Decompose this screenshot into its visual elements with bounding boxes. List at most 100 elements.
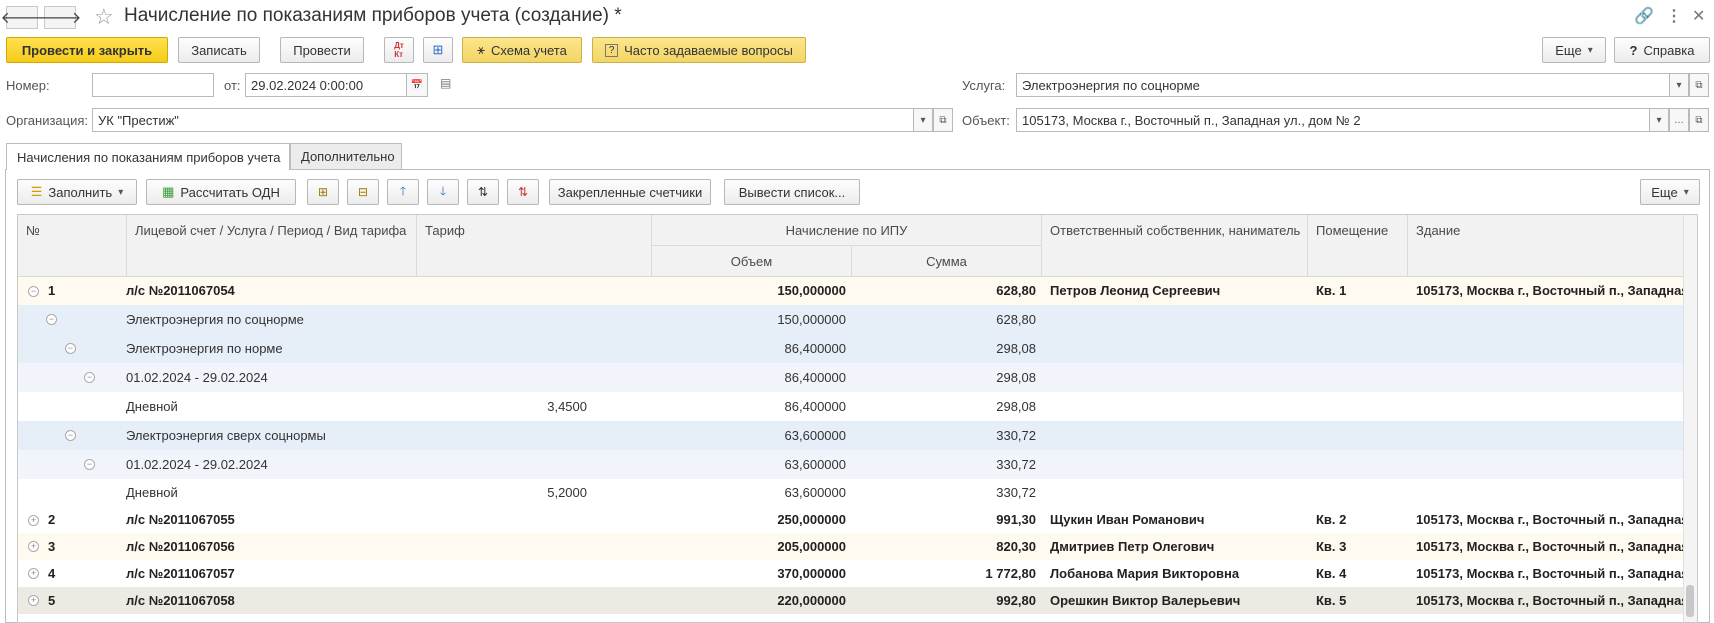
expand-icon[interactable]: + xyxy=(28,541,39,552)
cell-building xyxy=(1416,450,1684,479)
sort-ascending-icon: ⇅ xyxy=(477,185,489,199)
open-icon: ⧉ xyxy=(939,114,947,126)
arrow-left-icon: 🡐 xyxy=(0,10,44,27)
cell-owner: Орешкин Виктор Валерьевич xyxy=(1050,593,1241,608)
table-row[interactable]: −01.02.2024 - 29.02.2024 63,600000 330,72 xyxy=(18,450,1685,479)
service-open-button[interactable]: ⧉ xyxy=(1689,73,1709,97)
charges-table[interactable]: № Лицевой счет / Услуга / Период / Вид т… xyxy=(17,214,1698,623)
question-icon: ? xyxy=(1629,42,1638,58)
table-more-button[interactable]: Еще xyxy=(1640,179,1700,205)
header-account[interactable]: Лицевой счет / Услуга / Период / Вид тар… xyxy=(127,215,417,277)
back-button[interactable]: 🡐 xyxy=(1,6,43,29)
table-row[interactable]: −01.02.2024 - 29.02.2024 86,400000 298,08 xyxy=(18,363,1685,392)
sort-descending-icon: ⇅ xyxy=(517,185,529,199)
post-and-close-button[interactable]: Провести и закрыть xyxy=(6,37,168,63)
cell-tariff xyxy=(417,421,587,450)
header-room[interactable]: Помещение xyxy=(1308,215,1408,277)
expand-all-button[interactable]: ⊞ xyxy=(307,179,339,205)
date-label: от: xyxy=(224,78,241,93)
header-owner[interactable]: Ответственный собственник, наниматель xyxy=(1042,215,1308,277)
date-field[interactable]: 29.02.2024 0:00:00 xyxy=(245,73,407,97)
cell-owner xyxy=(1050,334,1300,363)
print-list-button[interactable]: Вывести список... xyxy=(724,179,860,205)
table-row[interactable]: − Электроэнергия по соцнорме 150,000000 628… xyxy=(18,305,1685,334)
more-button[interactable]: Еще xyxy=(1542,37,1606,63)
number-field[interactable] xyxy=(92,73,214,97)
favorite-star-icon[interactable]: ☆ xyxy=(94,4,114,30)
object-field[interactable]: 105173, Москва г., Восточный п., Западна… xyxy=(1016,108,1650,132)
tab-additional[interactable]: Дополнительно xyxy=(290,143,402,169)
header-sum[interactable]: Сумма xyxy=(852,246,1042,277)
calc-odn-button[interactable]: ▦ Рассчитать ОДН xyxy=(146,179,296,205)
object-dropdown-button[interactable]: ▾ xyxy=(1649,108,1669,132)
structure-icon: ⊞ xyxy=(432,42,444,57)
cell-account: Дневной xyxy=(126,399,178,414)
save-button[interactable]: Записать xyxy=(178,37,260,63)
cell-owner: Лобанова Мария Викторовна xyxy=(1050,566,1240,581)
header-tariff[interactable]: Тариф xyxy=(417,215,652,277)
cell-account: л/с №2011067054 xyxy=(126,283,235,298)
move-up-button[interactable]: 🡑 xyxy=(387,179,419,205)
expand-icon[interactable]: + xyxy=(28,568,39,579)
table-row[interactable]: − Электроэнергия сверх соцнормы 63,600000 3… xyxy=(18,421,1685,450)
collapse-icon[interactable]: − xyxy=(28,286,39,297)
collapse-all-button[interactable]: ⊟ xyxy=(347,179,379,205)
header-volume[interactable]: Объем xyxy=(652,246,852,277)
post-button[interactable]: Провести xyxy=(280,37,364,63)
org-dropdown-button[interactable]: ▾ xyxy=(913,108,933,132)
tab-meter-charges[interactable]: Начисления по показаниям приборов учета xyxy=(6,143,290,170)
fixed-meters-button[interactable]: Закрепленные счетчики xyxy=(549,179,711,205)
object-open-button[interactable]: ⧉ xyxy=(1689,108,1709,132)
cell-tariff xyxy=(417,533,587,560)
open-icon: ⧉ xyxy=(1695,79,1703,91)
arrow-right-icon: 🡒 xyxy=(38,10,82,27)
header-num[interactable]: № xyxy=(18,215,127,277)
org-open-button[interactable]: ⧉ xyxy=(933,108,953,132)
table-row[interactable]: Дневной 5,2000 63,600000 330,72 xyxy=(18,479,1685,507)
forward-button[interactable]: 🡒 xyxy=(39,6,81,29)
org-field[interactable]: УК "Престиж" xyxy=(92,108,914,132)
service-dropdown-button[interactable]: ▾ xyxy=(1669,73,1689,97)
service-field[interactable]: Электроэнергия по соцнорме xyxy=(1016,73,1670,97)
object-select-button[interactable]: … xyxy=(1669,108,1689,132)
table-row[interactable]: − Электроэнергия по норме 86,400000 298,08 xyxy=(18,334,1685,363)
table-row[interactable]: Дневной 3,4500 86,400000 298,08 xyxy=(18,392,1685,421)
cell-building: 105173, Москва г., Восточный п., Западна… xyxy=(1416,539,1684,554)
faq-button[interactable]: ? Часто задаваемые вопросы xyxy=(592,37,806,63)
table-row[interactable]: +3 л/с №2011067056 205,000000 820,30 Дмитрие… xyxy=(18,533,1685,560)
expand-icon[interactable]: + xyxy=(28,595,39,606)
sort-asc-button[interactable]: ⇅ xyxy=(467,179,499,205)
collapse-all-icon: ⊟ xyxy=(357,185,369,199)
calendar-icon: 📅 xyxy=(410,79,424,91)
dt-kt-button[interactable]: Дт Кт xyxy=(384,37,414,63)
vertical-scrollbar[interactable] xyxy=(1683,215,1697,622)
cell-num: 4 xyxy=(48,566,56,581)
cell-account: Дневной xyxy=(126,485,178,500)
cell-account: л/с №2011067058 xyxy=(126,593,235,608)
help-button[interactable]: ? Справка xyxy=(1614,37,1710,63)
scrollbar-thumb[interactable] xyxy=(1686,585,1694,617)
move-down-button[interactable]: 🡓 xyxy=(427,179,459,205)
cell-account: л/с №2011067055 xyxy=(126,512,235,527)
cell-tariff xyxy=(417,277,587,305)
fill-icon: ☰ xyxy=(30,184,43,199)
cell-tariff xyxy=(417,507,587,533)
cell-room xyxy=(1316,479,1406,507)
table-row[interactable]: +2 л/с №2011067055 250,000000 991,30 Щукин И… xyxy=(18,507,1685,533)
table-row[interactable]: +5 л/с №2011067058 220,000000 992,80 Орешкин… xyxy=(18,587,1685,614)
sort-desc-button[interactable]: ⇅ xyxy=(507,179,539,205)
header-building[interactable]: Здание xyxy=(1408,215,1685,277)
fill-button[interactable]: ☰ Заполнить xyxy=(17,179,137,205)
comment-icon[interactable]: ▤ xyxy=(440,76,451,90)
expand-icon[interactable]: + xyxy=(28,515,39,526)
table-row[interactable]: +4 л/с №2011067057 370,000000 1 772,80 Лобан… xyxy=(18,560,1685,587)
accounting-scheme-button[interactable]: ⚹ Схема учета xyxy=(462,37,582,63)
table-row[interactable]: −1 л/с №2011067054 150,000000 628,80 Петров … xyxy=(18,277,1685,305)
close-icon[interactable]: ✕ xyxy=(1692,6,1705,26)
calendar-button[interactable]: 📅 xyxy=(406,73,428,97)
cell-account: 01.02.2024 - 29.02.2024 xyxy=(126,370,268,385)
link-icon[interactable]: 🔗 xyxy=(1634,6,1654,26)
structure-button[interactable]: ⊞ xyxy=(423,37,453,63)
cell-building xyxy=(1416,305,1684,334)
more-vertical-icon[interactable]: ⋮ xyxy=(1666,6,1682,26)
